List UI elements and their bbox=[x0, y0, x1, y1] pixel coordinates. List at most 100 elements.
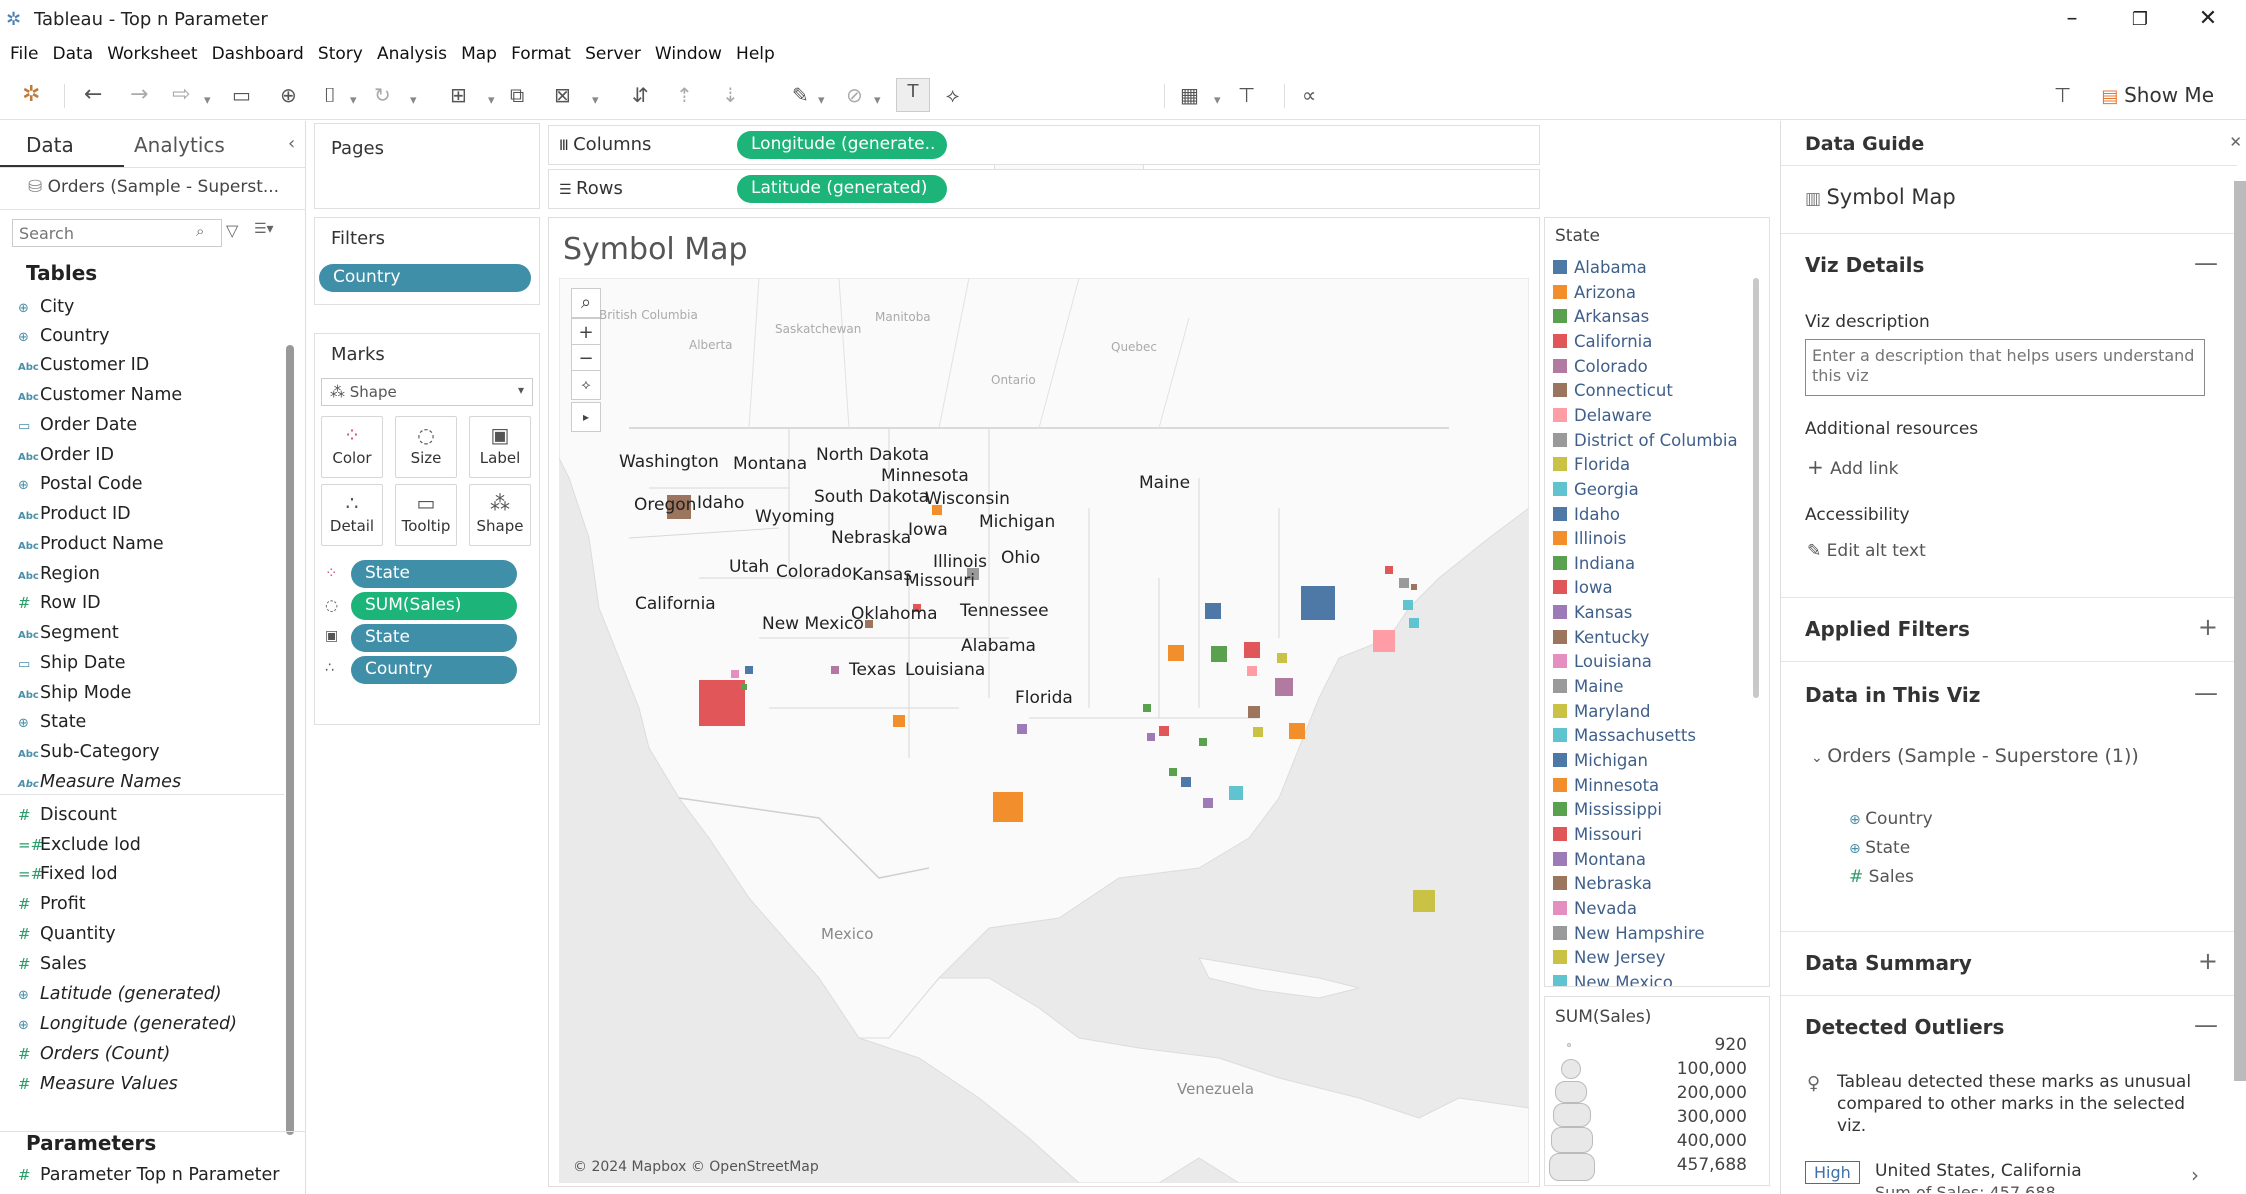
state-mark[interactable] bbox=[1244, 642, 1260, 658]
legend-item[interactable]: Nebraska bbox=[1553, 874, 1652, 893]
state-mark[interactable] bbox=[1373, 630, 1395, 652]
refresh-icon[interactable]: ↻ bbox=[374, 82, 391, 108]
legend-item[interactable]: Illinois bbox=[1553, 529, 1626, 548]
swap-icon[interactable]: ⇵ bbox=[632, 82, 649, 108]
menu-dashboard[interactable]: Dashboard bbox=[212, 40, 304, 64]
state-mark[interactable] bbox=[699, 680, 745, 726]
state-mark[interactable] bbox=[1181, 777, 1191, 787]
chevron-down-icon[interactable]: ▾ bbox=[818, 88, 825, 114]
label-button[interactable]: ▣ Label bbox=[469, 416, 531, 478]
state-mark[interactable] bbox=[1399, 578, 1409, 588]
legend-item[interactable]: Michigan bbox=[1553, 751, 1648, 770]
new-datasource-icon[interactable]: ⊕ bbox=[280, 82, 297, 108]
state-mark[interactable] bbox=[1169, 768, 1177, 776]
legend-item[interactable]: Nevada bbox=[1553, 899, 1637, 918]
state-mark[interactable] bbox=[1159, 726, 1169, 736]
pause-updates-icon[interactable]: ⌷ bbox=[324, 82, 336, 108]
symbol-map[interactable]: ⌕ + − ⟡ ▸ Washington Montana North Dakota M… bbox=[559, 278, 1529, 1183]
tab-analytics[interactable]: Analytics bbox=[134, 133, 225, 157]
legend-item[interactable]: New Mexico bbox=[1553, 973, 1673, 986]
state-mark[interactable] bbox=[1411, 584, 1417, 590]
legend-item[interactable]: Arkansas bbox=[1553, 307, 1649, 326]
legend-item[interactable]: Louisiana bbox=[1553, 652, 1652, 671]
show-cards-icon[interactable]: ▦ bbox=[1180, 82, 1199, 108]
mark-type-dropdown[interactable]: ⁂ Shape ▾ bbox=[321, 378, 533, 406]
undo-icon[interactable]: ← bbox=[84, 82, 102, 108]
collapse-detected-outliers-button[interactable]: — bbox=[2194, 1011, 2218, 1039]
state-mark[interactable] bbox=[1409, 618, 1419, 628]
field-item[interactable]: AbcProduct Name bbox=[18, 534, 164, 558]
filters-card[interactable]: Filters Country bbox=[314, 217, 540, 305]
field-item[interactable]: # Orders (Count) bbox=[18, 1044, 170, 1068]
menu-window[interactable]: Window bbox=[655, 40, 722, 64]
group-icon[interactable]: ⊘ bbox=[846, 82, 863, 108]
share-icon[interactable]: ∝ bbox=[1302, 82, 1316, 108]
state-mark[interactable] bbox=[1205, 603, 1221, 619]
field-item[interactable]: AbcOrder ID bbox=[18, 445, 114, 469]
state-mark[interactable] bbox=[1413, 890, 1435, 912]
menu-story[interactable]: Story bbox=[318, 40, 363, 64]
sort-descending-icon[interactable]: ⇣ bbox=[722, 82, 739, 108]
legend-item[interactable]: Montana bbox=[1553, 850, 1646, 869]
rows-shelf[interactable]: ☰ Rows Latitude (generated) bbox=[548, 169, 1540, 209]
chevron-right-icon[interactable]: › bbox=[2191, 1163, 2199, 1187]
expand-data-summary-button[interactable]: + bbox=[2198, 947, 2218, 975]
new-worksheet-icon[interactable]: ⊞ bbox=[450, 82, 467, 108]
field-item[interactable]: =#Fixed lod bbox=[18, 864, 118, 888]
state-mark[interactable] bbox=[741, 684, 747, 690]
shape-button[interactable]: ⁂ Shape bbox=[469, 484, 531, 546]
field-item[interactable]: ⊕ Longitude (generated) bbox=[18, 1014, 237, 1038]
columns-pill-longitude[interactable]: Longitude (generate.. bbox=[737, 131, 947, 159]
state-mark[interactable] bbox=[1211, 646, 1227, 662]
map-search-icon[interactable]: ⌕ bbox=[571, 288, 601, 318]
menu-analysis[interactable]: Analysis bbox=[377, 40, 447, 64]
legend-item[interactable]: Mississippi bbox=[1553, 800, 1662, 819]
menu-format[interactable]: Format bbox=[511, 40, 571, 64]
fix-axes-icon[interactable]: ⟡ bbox=[946, 82, 959, 108]
edit-alt-text-button[interactable]: ✎ Edit alt text bbox=[1807, 541, 1926, 561]
state-mark[interactable] bbox=[1203, 798, 1213, 808]
chevron-down-icon[interactable]: ▾ bbox=[592, 88, 599, 114]
legend-item[interactable]: Minnesota bbox=[1553, 776, 1659, 795]
legend-scrollbar[interactable] bbox=[1753, 278, 1759, 698]
legend-item[interactable]: New Jersey bbox=[1553, 948, 1666, 967]
legend-item[interactable]: Connecticut bbox=[1553, 381, 1673, 400]
menu-file[interactable]: File bbox=[10, 40, 38, 64]
state-mark[interactable] bbox=[1253, 727, 1263, 737]
outlier-item[interactable]: United States, California bbox=[1875, 1161, 2082, 1181]
field-item[interactable]: ▭ Ship Date bbox=[18, 653, 126, 677]
parameter-item[interactable]: # Parameter Top n Parameter bbox=[18, 1165, 279, 1189]
field-item[interactable]: # Measure Values bbox=[18, 1074, 178, 1098]
field-item[interactable]: ⊕ Postal Code bbox=[18, 474, 143, 498]
chevron-down-icon[interactable]: ▾ bbox=[1214, 88, 1221, 114]
mark-pill-state-label[interactable]: State bbox=[351, 624, 517, 652]
legend-item[interactable]: Maine bbox=[1553, 677, 1624, 696]
legend-item[interactable]: Georgia bbox=[1553, 480, 1639, 499]
state-mark[interactable] bbox=[731, 670, 739, 678]
legend-item[interactable]: Idaho bbox=[1553, 505, 1620, 524]
columns-shelf[interactable]: Ⅲ Columns Longitude (generate.. bbox=[548, 125, 1540, 165]
state-mark[interactable] bbox=[1143, 704, 1151, 712]
state-mark[interactable] bbox=[993, 792, 1023, 822]
field-item[interactable]: # Sales bbox=[18, 954, 87, 978]
legend-item[interactable]: Kansas bbox=[1553, 603, 1632, 622]
viz-description-input[interactable] bbox=[1805, 339, 2205, 396]
datasource-tree-item[interactable]: ⌄ Orders (Sample - Superstore (1)) bbox=[1811, 745, 2139, 767]
field-item[interactable]: AbcShip Mode bbox=[18, 683, 131, 707]
state-mark[interactable] bbox=[1289, 723, 1305, 739]
sort-ascending-icon[interactable]: ⇡ bbox=[676, 82, 693, 108]
legend-item[interactable]: District of Columbia bbox=[1553, 431, 1738, 450]
legend-item[interactable]: Iowa bbox=[1553, 578, 1613, 597]
menu-map[interactable]: Map bbox=[461, 40, 497, 64]
show-me-button[interactable]: ▤ Show Me bbox=[2101, 83, 2214, 107]
chevron-down-icon[interactable]: ▾ bbox=[874, 88, 881, 114]
legend-item[interactable]: Kentucky bbox=[1553, 628, 1649, 647]
clear-sheet-icon[interactable]: ⊠ bbox=[554, 82, 571, 108]
field-item[interactable]: ▭ Order Date bbox=[18, 415, 137, 439]
filter-pill-country[interactable]: Country bbox=[319, 264, 531, 292]
pin-icon[interactable]: ⊤ bbox=[2054, 82, 2071, 108]
state-mark[interactable] bbox=[1248, 706, 1260, 718]
legend-item[interactable]: California bbox=[1553, 332, 1652, 351]
state-mark[interactable] bbox=[1147, 733, 1155, 741]
map-toolbar-expand-icon[interactable]: ▸ bbox=[571, 402, 601, 432]
